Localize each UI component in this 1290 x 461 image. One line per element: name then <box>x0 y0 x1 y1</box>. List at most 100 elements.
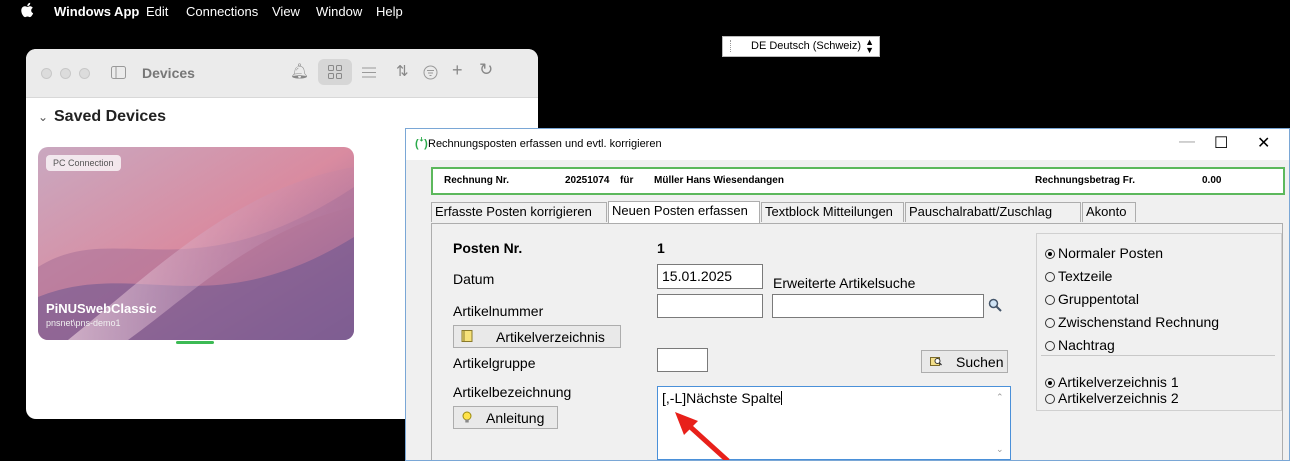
radio-label: Gruppentotal <box>1058 291 1139 307</box>
text-cursor <box>781 391 783 405</box>
menu-bar: Windows App Edit Connections View Window… <box>0 0 1290 24</box>
radio-label: Normaler Posten <box>1058 245 1164 261</box>
datum-label: Datum <box>453 271 495 287</box>
radio-dot <box>1045 272 1055 282</box>
menu-connections[interactable]: Connections <box>186 4 258 19</box>
radio-label: Zwischenstand Rechnung <box>1058 314 1220 330</box>
radio-label: Nachtrag <box>1058 337 1115 353</box>
saved-devices-header: Saved Devices <box>54 108 167 125</box>
grip-icon <box>730 40 733 52</box>
apple-icon[interactable] <box>20 2 34 18</box>
dialog-titlebar: (ꜜ) Rechnungsposten erfassen und evtl. k… <box>406 129 1289 160</box>
refresh-icon[interactable]: ↻ <box>479 60 493 80</box>
radio-dot <box>1045 341 1055 351</box>
artikelnummer-field[interactable] <box>657 294 763 318</box>
artikelbezeichnung-value: [,-L]Nächste Spalte <box>662 390 782 406</box>
devices-toolbar: Devices 🔔︎ ⇅ + ↻ <box>26 49 538 98</box>
anleitung-label: Anleitung <box>486 410 545 426</box>
tab-erfasste-posten[interactable]: Erfasste Posten korrigieren <box>431 202 607 222</box>
invoice-info-bar: Rechnung Nr. 20251074 für Müller Hans Wi… <box>431 167 1285 195</box>
radio-dot <box>1045 295 1055 305</box>
zoom-window-button[interactable] <box>79 68 90 79</box>
menu-app-name[interactable]: Windows App <box>54 4 139 19</box>
radio-artikelverzeichnis-2[interactable]: Artikelverzeichnis 2 <box>1045 390 1179 406</box>
posten-value: 1 <box>657 240 665 256</box>
invoice-number-label: Rechnung Nr. <box>444 175 510 186</box>
radio-textzeile[interactable]: Textzeile <box>1045 268 1112 284</box>
tab-akonto[interactable]: Akonto <box>1082 202 1136 222</box>
radio-dot <box>1045 249 1055 259</box>
bell-icon[interactable]: 🔔︎ <box>290 62 309 80</box>
for-label: für <box>620 175 634 186</box>
device-card[interactable]: PC Connection PiNUSwebClassic pnsnet\pns… <box>38 147 354 340</box>
app-logo-icon: (ꜜ) <box>415 138 428 150</box>
radio-label: Textzeile <box>1058 268 1113 284</box>
menu-view[interactable]: View <box>272 4 300 19</box>
sidebar-icon[interactable] <box>111 66 126 79</box>
menu-edit[interactable]: Edit <box>146 4 168 19</box>
language-selector[interactable]: DE Deutsch (Schweiz) ▲ ▼ <box>722 36 880 57</box>
amount-value: 0.00 <box>1202 175 1222 186</box>
menu-help[interactable]: Help <box>376 4 403 19</box>
radio-artikelverzeichnis-1[interactable]: Artikelverzeichnis 1 <box>1045 374 1179 390</box>
list-view-icon[interactable] <box>362 67 376 78</box>
tab-textblock[interactable]: Textblock Mitteilungen <box>761 202 904 222</box>
device-name: PiNUSwebClassic <box>46 301 157 316</box>
radio-label: Artikelverzeichnis 2 <box>1058 390 1179 406</box>
close-icon[interactable]: ✕ <box>1257 133 1270 153</box>
active-indicator <box>176 341 214 344</box>
artikelverzeichnis-label: Artikelverzeichnis <box>496 329 605 345</box>
artikelverzeichnis-button[interactable]: Artikelverzeichnis <box>453 325 621 348</box>
minimize-icon[interactable]: — <box>1179 133 1195 151</box>
artikelnummer-label: Artikelnummer <box>453 303 544 319</box>
grid-view-button[interactable] <box>318 59 352 85</box>
plus-icon[interactable]: + <box>452 60 463 81</box>
radio-dot <box>1045 378 1055 388</box>
artikelgruppe-label: Artikelgruppe <box>453 355 536 371</box>
device-subtitle: pnsnet\pns-demo1 <box>46 318 121 328</box>
radio-nachtrag[interactable]: Nachtrag <box>1045 337 1115 353</box>
invoice-dialog: (ꜜ) Rechnungsposten erfassen und evtl. k… <box>405 128 1290 461</box>
tab-pauschalrabatt[interactable]: Pauschalrabatt/Zuschlag <box>905 202 1081 222</box>
close-window-button[interactable] <box>41 68 52 79</box>
suchen-button[interactable]: Suchen <box>921 350 1008 373</box>
chevron-updown-icon: ▲ ▼ <box>865 37 874 55</box>
tab-neuen-posten[interactable]: Neuen Posten erfassen <box>608 201 760 223</box>
anleitung-button[interactable]: Anleitung <box>453 406 558 429</box>
maximize-icon[interactable]: ☐ <box>1214 133 1228 153</box>
minimize-window-button[interactable] <box>60 68 71 79</box>
radio-zwischenstand[interactable]: Zwischenstand Rechnung <box>1045 314 1219 330</box>
grid-view-icon <box>328 65 342 79</box>
invoice-number: 20251074 <box>565 175 610 186</box>
erweiterte-artikelsuche-label: Erweiterte Artikelsuche <box>773 275 916 291</box>
search-folder-icon <box>930 357 942 366</box>
artikelsuche-field[interactable] <box>772 294 984 318</box>
datum-field[interactable]: 15.01.2025 <box>657 264 763 289</box>
book-icon <box>461 330 473 342</box>
scroll-up-icon[interactable]: ⌃ <box>996 392 1004 403</box>
filter-icon[interactable] <box>423 65 438 80</box>
menu-window[interactable]: Window <box>316 4 362 19</box>
sort-icon[interactable]: ⇅ <box>396 62 409 80</box>
language-value: DE Deutsch (Schweiz) <box>751 40 862 52</box>
amount-label: Rechnungsbetrag Fr. <box>1035 175 1136 186</box>
posten-label: Posten Nr. <box>453 240 523 256</box>
search-icon[interactable] <box>988 298 1002 312</box>
customer-name: Müller Hans Wiesendangen <box>654 175 784 186</box>
card-badge: PC Connection <box>46 155 121 171</box>
scroll-down-icon[interactable]: ⌄ <box>996 444 1004 455</box>
lightbulb-icon <box>462 411 472 423</box>
artikelbezeichnung-label: Artikelbezeichnung <box>453 384 572 400</box>
radio-dot <box>1045 394 1055 404</box>
radio-dot <box>1045 318 1055 328</box>
dialog-title: Rechnungsposten erfassen und evtl. korri… <box>428 138 662 150</box>
chevron-down-icon[interactable]: ⌄ <box>38 110 48 124</box>
artikelgruppe-field[interactable] <box>657 348 708 372</box>
annotation-arrow-icon <box>675 412 730 460</box>
radio-gruppentotal[interactable]: Gruppentotal <box>1045 291 1139 307</box>
devices-title: Devices <box>142 65 195 81</box>
radio-normaler-posten[interactable]: Normaler Posten <box>1045 245 1163 261</box>
radio-separator <box>1041 355 1275 356</box>
suchen-label: Suchen <box>956 354 1004 370</box>
radio-label: Artikelverzeichnis 1 <box>1058 374 1179 390</box>
